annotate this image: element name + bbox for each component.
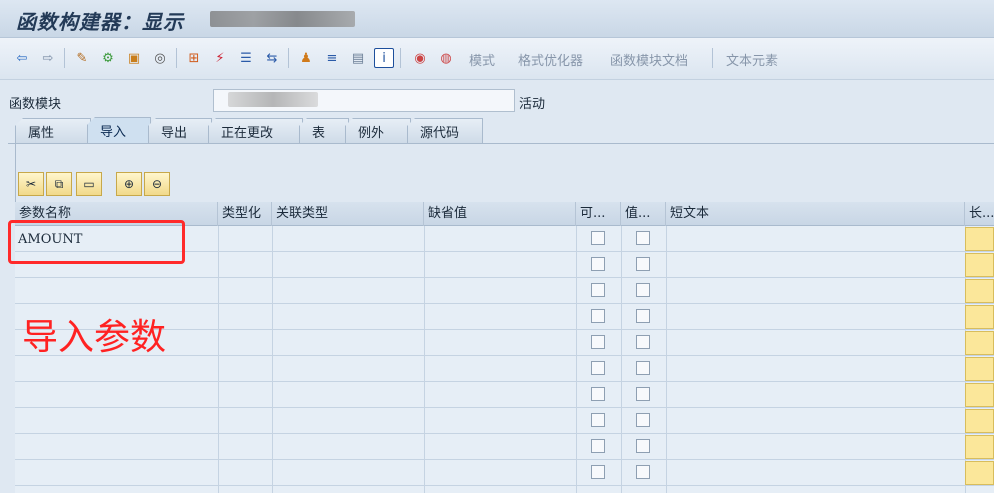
navigation-window-icon[interactable]: ⇆ bbox=[262, 48, 282, 68]
status-text: 活动 bbox=[519, 97, 546, 112]
tab-export[interactable]: 导出 bbox=[148, 118, 212, 143]
tab-tables[interactable]: 表 bbox=[299, 118, 349, 143]
tab-label: 属性 bbox=[28, 125, 55, 141]
tab-label: 导入 bbox=[100, 125, 127, 140]
where-used-icon[interactable]: ⊞ bbox=[184, 48, 204, 68]
tab-label: 导出 bbox=[161, 125, 188, 141]
function-module-label: 函数模块 bbox=[9, 97, 62, 112]
pass-value-checkbox[interactable] bbox=[636, 387, 650, 401]
back-arrow-icon[interactable]: ⇦ bbox=[12, 48, 32, 68]
insert-row-icon[interactable]: ⊕ bbox=[116, 172, 142, 196]
forward-arrow-icon[interactable]: ⇨ bbox=[38, 48, 58, 68]
pass-value-checkbox[interactable] bbox=[636, 465, 650, 479]
long-text-button[interactable] bbox=[965, 435, 994, 459]
tab-label: 正在更改 bbox=[221, 125, 274, 141]
tab-changing[interactable]: 正在更改 bbox=[208, 118, 303, 143]
pretty-printer-button[interactable]: 格式优化器 bbox=[518, 50, 583, 69]
window-title: 函数构建器：显示 bbox=[16, 10, 184, 34]
long-text-button[interactable] bbox=[965, 461, 994, 485]
optional-checkbox[interactable] bbox=[591, 335, 605, 349]
watchpoint-icon[interactable]: ◍ bbox=[436, 48, 456, 68]
function-module-doc-button[interactable]: 函数模块文档 bbox=[610, 50, 688, 69]
table-row[interactable] bbox=[15, 434, 994, 460]
other-object-icon[interactable]: ⚙ bbox=[98, 48, 118, 68]
test-icon[interactable]: ⚡ bbox=[210, 48, 230, 68]
pass-value-checkbox[interactable] bbox=[636, 231, 650, 245]
column-header-pass-value[interactable]: 值... bbox=[621, 202, 666, 226]
redacted-title-mask bbox=[210, 11, 355, 27]
delete-row-icon[interactable]: ⊖ bbox=[144, 172, 170, 196]
long-text-button[interactable] bbox=[965, 409, 994, 433]
redacted-function-name-mask bbox=[228, 92, 318, 107]
highlight-box bbox=[8, 220, 185, 264]
long-text-button[interactable] bbox=[965, 279, 994, 303]
long-text-button[interactable] bbox=[965, 331, 994, 355]
pass-value-checkbox[interactable] bbox=[636, 413, 650, 427]
annotation-label: 导入参数 bbox=[22, 317, 167, 358]
pass-value-checkbox[interactable] bbox=[636, 257, 650, 271]
table-row[interactable] bbox=[15, 382, 994, 408]
column-header-long-text[interactable]: 长... bbox=[965, 202, 994, 226]
cut-icon[interactable]: ✂ bbox=[18, 172, 44, 196]
display-object-list-icon[interactable]: ☰ bbox=[236, 48, 256, 68]
tab-label: 源代码 bbox=[420, 125, 460, 141]
optional-checkbox[interactable] bbox=[591, 465, 605, 479]
optional-checkbox[interactable] bbox=[591, 283, 605, 297]
application-toolbar: ⇦ ⇨ ✎ ⚙ ▣ ◎ ⊞ ⚡ ☰ ⇆ ♟ ≡ ▤ i ◉ ◍ 模式 格式优化器… bbox=[0, 38, 994, 80]
column-header-typing[interactable]: 类型化 bbox=[218, 202, 272, 226]
pass-value-checkbox[interactable] bbox=[636, 361, 650, 375]
stack-icon[interactable]: ≡ bbox=[322, 48, 342, 68]
column-header-optional[interactable]: 可... bbox=[576, 202, 621, 226]
breakpoint-icon[interactable]: ◉ bbox=[410, 48, 430, 68]
column-header-default-value[interactable]: 缺省值 bbox=[424, 202, 576, 226]
copy-icon[interactable]: ⧉ bbox=[46, 172, 72, 196]
column-header-associated-type[interactable]: 关联类型 bbox=[272, 202, 424, 226]
long-text-button[interactable] bbox=[965, 383, 994, 407]
long-text-button[interactable] bbox=[965, 227, 994, 251]
hierarchy-icon[interactable]: ♟ bbox=[296, 48, 316, 68]
table-row[interactable] bbox=[15, 278, 994, 304]
optional-checkbox[interactable] bbox=[591, 439, 605, 453]
pass-value-checkbox[interactable] bbox=[636, 439, 650, 453]
layout-icon[interactable]: ▤ bbox=[348, 48, 368, 68]
optional-checkbox[interactable] bbox=[591, 361, 605, 375]
tab-source-code[interactable]: 源代码 bbox=[407, 118, 483, 143]
optional-checkbox[interactable] bbox=[591, 231, 605, 245]
info-icon[interactable]: i bbox=[374, 48, 394, 68]
tab-attributes[interactable]: 属性 bbox=[15, 118, 91, 143]
text-elements-button[interactable]: 文本元素 bbox=[726, 50, 778, 69]
pass-value-checkbox[interactable] bbox=[636, 309, 650, 323]
optional-checkbox[interactable] bbox=[591, 257, 605, 271]
tab-label: 表 bbox=[312, 125, 326, 141]
tab-label: 例外 bbox=[358, 125, 385, 141]
toggle-display-change-icon[interactable]: ✎ bbox=[72, 48, 92, 68]
long-text-button[interactable] bbox=[965, 305, 994, 329]
tab-import[interactable]: 导入 bbox=[87, 117, 151, 143]
pass-value-checkbox[interactable] bbox=[636, 335, 650, 349]
title-bar: 函数构建器：显示 bbox=[0, 0, 994, 38]
pass-value-checkbox[interactable] bbox=[636, 283, 650, 297]
check-icon[interactable]: ▣ bbox=[124, 48, 144, 68]
optional-checkbox[interactable] bbox=[591, 309, 605, 323]
pattern-button[interactable]: 模式 bbox=[469, 50, 495, 69]
column-header-short-text[interactable]: 短文本 bbox=[666, 202, 965, 226]
activate-icon[interactable]: ◎ bbox=[150, 48, 170, 68]
long-text-button[interactable] bbox=[965, 253, 994, 277]
optional-checkbox[interactable] bbox=[591, 387, 605, 401]
paste-icon[interactable]: ▭ bbox=[76, 172, 102, 196]
long-text-button[interactable] bbox=[965, 357, 994, 381]
table-row[interactable] bbox=[15, 460, 994, 486]
table-row[interactable] bbox=[15, 408, 994, 434]
tab-exceptions[interactable]: 例外 bbox=[345, 118, 411, 143]
optional-checkbox[interactable] bbox=[591, 413, 605, 427]
